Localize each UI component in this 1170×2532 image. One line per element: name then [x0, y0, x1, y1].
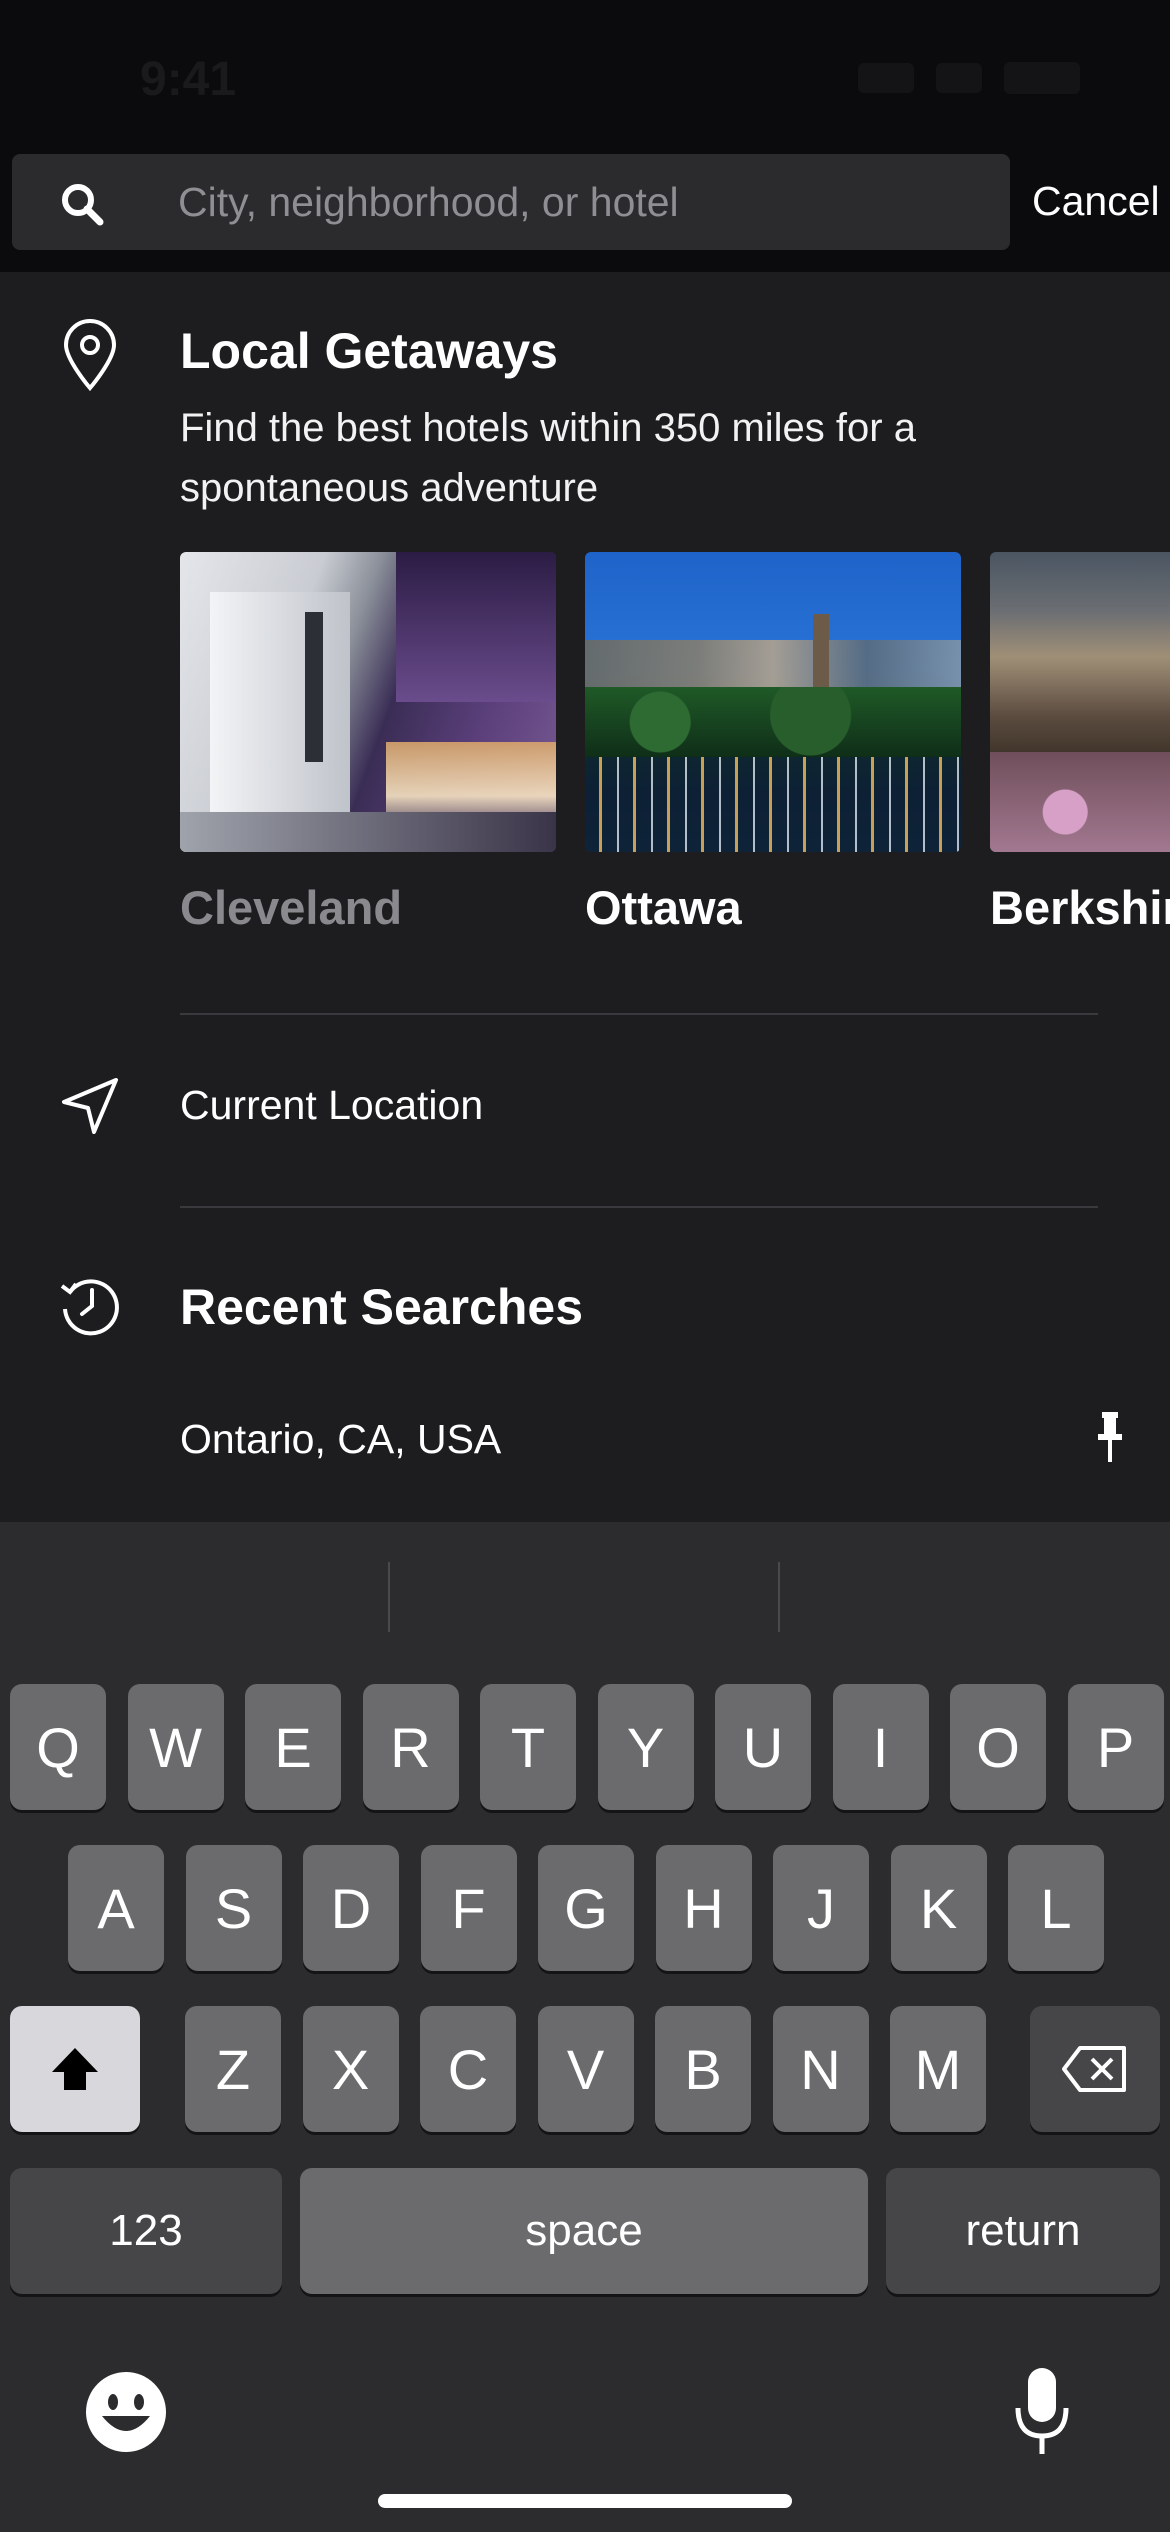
key-h[interactable]: H	[655, 1845, 752, 1971]
status-icons	[858, 62, 1080, 94]
key-t[interactable]: T	[480, 1684, 576, 1810]
status-time: 9:41	[140, 53, 237, 106]
pin-icon[interactable]	[1094, 1412, 1126, 1462]
divider	[180, 1013, 1098, 1015]
key-f[interactable]: F	[420, 1845, 517, 1971]
destination-image	[585, 552, 961, 852]
key-z[interactable]: Z	[185, 2006, 281, 2132]
key-j[interactable]: J	[773, 1845, 869, 1971]
search-suggestions-panel: Local Getaways Find the best hotels with…	[0, 272, 1170, 1522]
signal-icon	[858, 63, 914, 93]
backspace-key[interactable]	[1030, 2006, 1160, 2132]
return-key[interactable]: return	[886, 2168, 1160, 2294]
destination-card-cleveland[interactable]: Cleveland	[180, 552, 556, 935]
location-arrow-icon	[62, 1078, 118, 1134]
search-icon	[62, 184, 104, 226]
key-q[interactable]: Q	[10, 1684, 106, 1810]
key-c[interactable]: C	[420, 2006, 516, 2132]
emoji-icon[interactable]	[84, 2370, 168, 2454]
recent-searches-title: Recent Searches	[180, 1279, 584, 1335]
map-pin-icon	[63, 319, 117, 392]
divider	[180, 1206, 1098, 1208]
cancel-button[interactable]: Cancel	[1032, 178, 1160, 225]
key-p[interactable]: P	[1067, 1684, 1164, 1810]
key-w[interactable]: W	[127, 1684, 224, 1810]
local-getaways-description: Find the best hotels within 350 miles fo…	[180, 406, 916, 510]
destination-card-berkshires[interactable]: Berkshir	[990, 552, 1170, 935]
key-r[interactable]: R	[362, 1684, 459, 1810]
key-k[interactable]: K	[890, 1845, 987, 1971]
key-n[interactable]: N	[772, 2006, 869, 2132]
destination-image	[180, 552, 556, 852]
wifi-icon	[936, 63, 982, 93]
microphone-icon[interactable]	[1010, 2364, 1074, 2460]
key-o[interactable]: O	[950, 1684, 1046, 1810]
suggestion-divider	[778, 1562, 780, 1632]
numbers-key[interactable]: 123	[10, 2168, 282, 2294]
search-header: Cancel	[0, 150, 1170, 272]
keyboard: 123 space return QWERTYUIOP ASDFGHJKL ZXCV…	[0, 1522, 1170, 2532]
destination-name: Ottawa	[585, 881, 742, 934]
key-i[interactable]: I	[832, 1684, 929, 1810]
status-bar: 9:41	[0, 0, 1170, 150]
key-s[interactable]: S	[185, 1845, 282, 1971]
search-input[interactable]	[178, 154, 998, 250]
key-u[interactable]: U	[715, 1684, 811, 1810]
destination-image	[990, 552, 1170, 852]
key-l[interactable]: L	[1008, 1845, 1104, 1971]
destination-name: Berkshir	[990, 881, 1170, 934]
history-clock-icon	[60, 1279, 119, 1336]
suggestion-divider	[388, 1562, 390, 1632]
key-x[interactable]: X	[302, 2006, 399, 2132]
space-key[interactable]: space	[300, 2168, 868, 2294]
key-d[interactable]: D	[303, 1845, 399, 1971]
shift-key[interactable]	[10, 2006, 140, 2132]
backspace-icon	[1062, 2046, 1126, 2092]
key-b[interactable]: B	[655, 2006, 751, 2132]
key-m[interactable]: M	[890, 2006, 986, 2132]
key-g[interactable]: G	[538, 1845, 634, 1971]
key-y[interactable]: Y	[597, 1684, 694, 1810]
keyboard-suggestions-bar	[0, 1522, 1170, 1662]
recent-search-item[interactable]: Ontario, CA, USA	[180, 1416, 501, 1463]
shift-arrow-icon	[52, 2048, 98, 2090]
destination-card-ottawa[interactable]: Ottawa	[585, 552, 961, 935]
search-box[interactable]	[12, 154, 1010, 250]
key-a[interactable]: A	[68, 1845, 164, 1971]
key-v[interactable]: V	[537, 2006, 634, 2132]
local-getaways-title: Local Getaways	[180, 323, 558, 379]
battery-icon	[1004, 62, 1080, 94]
home-indicator	[378, 2494, 792, 2508]
key-e[interactable]: E	[245, 1684, 341, 1810]
current-location-option[interactable]: Current Location	[180, 1082, 483, 1129]
destination-name: Cleveland	[180, 881, 403, 934]
